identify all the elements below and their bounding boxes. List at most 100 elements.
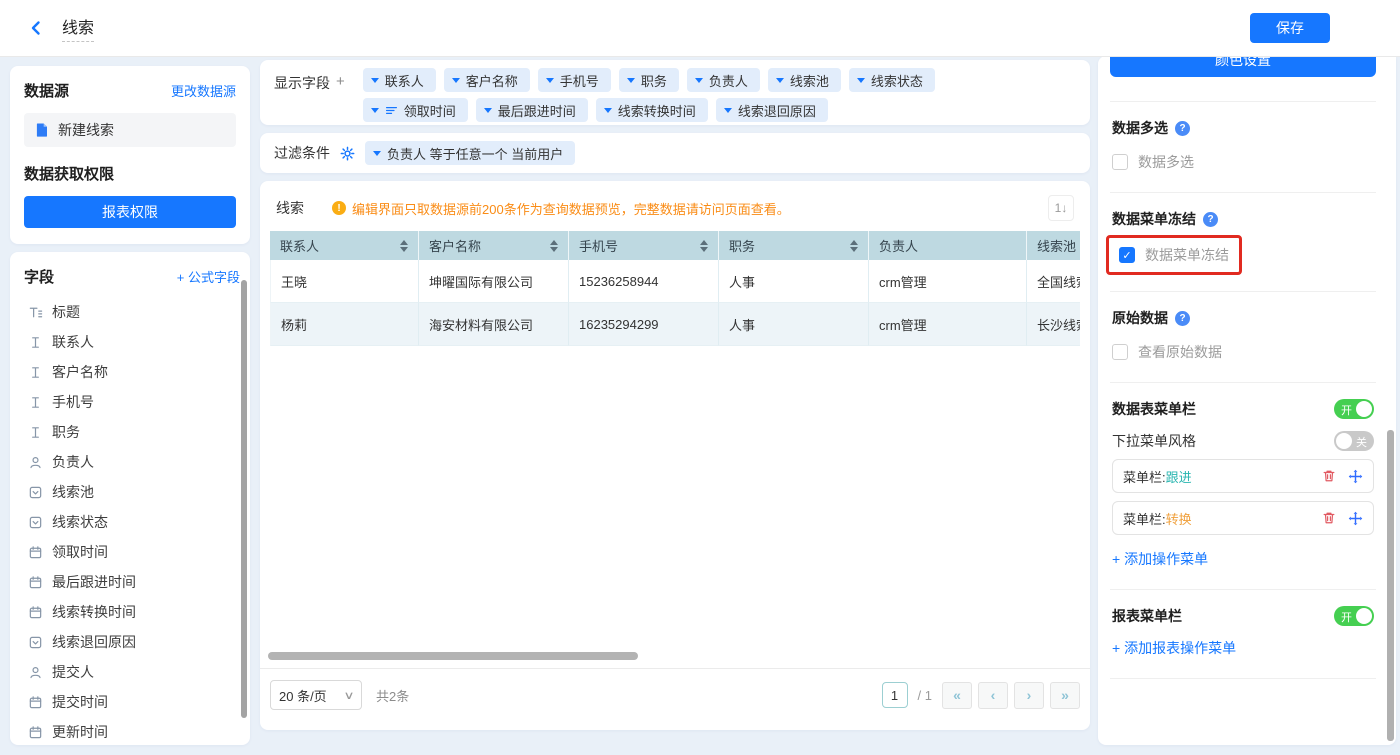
chip-lead-status[interactable]: 线索状态 (849, 68, 935, 92)
chip-claim-time[interactable]: 领取时间 (363, 98, 468, 122)
chip-return-reason[interactable]: 线索退回原因 (716, 98, 828, 122)
change-datasource-link[interactable]: 更改数据源 (171, 81, 236, 100)
datasource-card: 数据源 更改数据源 新建线索 数据获取权限 报表权限 (10, 66, 250, 244)
datasource-item[interactable]: 新建线索 (24, 113, 236, 147)
field-item-owner[interactable]: 负责人 (24, 447, 240, 477)
field-item-phone[interactable]: 手机号 (24, 387, 240, 417)
select-icon (28, 515, 43, 530)
report-menu-toggle[interactable]: 开 (1334, 606, 1374, 626)
horizontal-scrollbar[interactable] (268, 652, 638, 660)
field-list: 标题 联系人 客户名称 手机号 职务 负责人 线索池 线索状态 (24, 297, 240, 745)
add-display-field-button[interactable]: + (336, 73, 345, 117)
chip-job[interactable]: 职务 (619, 68, 679, 92)
chip-customer-name[interactable]: 客户名称 (444, 68, 530, 92)
fields-scrollbar[interactable] (241, 280, 247, 718)
raw-data-checkbox-row[interactable]: 查看原始数据 (1112, 342, 1374, 362)
toggle-knob (1336, 433, 1352, 449)
text-icon (28, 395, 43, 410)
gear-icon[interactable] (340, 146, 355, 161)
col-header-contact[interactable]: 联系人 (270, 231, 418, 260)
color-settings-clip: 颜色设置 (1110, 56, 1376, 77)
chip-convert-time[interactable]: 线索转换时间 (596, 98, 708, 122)
add-report-action-menu-link[interactable]: + 添加报表操作菜单 (1112, 638, 1236, 658)
divider (1110, 101, 1376, 102)
help-icon[interactable]: ? (1203, 212, 1218, 227)
move-icon[interactable] (1348, 469, 1363, 484)
raw-data-section-title: 原始数据 ? (1112, 308, 1374, 328)
trash-icon[interactable] (1322, 469, 1336, 483)
col-header-owner[interactable]: 负责人 (868, 231, 1026, 260)
report-menu-section-title: 报表菜单栏 开 (1112, 606, 1374, 626)
field-item-update-time[interactable]: 更新时间 (24, 717, 240, 745)
help-icon[interactable]: ? (1175, 311, 1190, 326)
chip-owner[interactable]: 负责人 (687, 68, 760, 92)
chip-lead-pool[interactable]: 线索池 (768, 68, 841, 92)
col-header-phone[interactable]: 手机号 (568, 231, 718, 260)
next-page-button[interactable]: › (1014, 682, 1044, 709)
sort-arrows-icon (700, 240, 708, 252)
field-item-contact[interactable]: 联系人 (24, 327, 240, 357)
report-permission-button[interactable]: 报表权限 (24, 196, 236, 228)
dropdown-style-row: 下拉菜单风格 关 (1112, 431, 1374, 451)
field-item-submit-time[interactable]: 提交时间 (24, 687, 240, 717)
menu-freeze-checkbox-row[interactable]: ✓ 数据菜单冻结 (1119, 245, 1229, 265)
field-item-lead-pool[interactable]: 线索池 (24, 477, 240, 507)
table-row[interactable]: 杨莉 海安材料有限公司 16235294299 人事 crm管理 长沙线索 (270, 303, 1080, 346)
filter-label: 过滤条件 (274, 143, 330, 163)
datasource-item-label: 新建线索 (58, 120, 114, 140)
filter-panel: 过滤条件 负责人 等于任意一个 当前用户 (260, 133, 1090, 173)
menu-item-convert[interactable]: 菜单栏: 转换 (1112, 501, 1374, 535)
table-header-row: 联系人 客户名称 手机号 职务 负责人 线索池 (270, 231, 1080, 260)
text-icon (28, 425, 43, 440)
chevron-down-icon (371, 78, 379, 83)
help-icon[interactable]: ? (1175, 121, 1190, 136)
chevron-down-icon (546, 78, 554, 83)
save-button[interactable]: 保存 (1250, 13, 1330, 43)
col-header-lead-pool[interactable]: 线索池 (1026, 231, 1080, 260)
sort-order-tool[interactable]: 1↓ (1048, 195, 1074, 221)
field-item-customer-name[interactable]: 客户名称 (24, 357, 240, 387)
current-page-box[interactable]: 1 (882, 682, 908, 708)
filter-condition-chip[interactable]: 负责人 等于任意一个 当前用户 (365, 141, 575, 165)
chip-contact[interactable]: 联系人 (363, 68, 436, 92)
dropdown-style-toggle[interactable]: 关 (1334, 431, 1374, 451)
preview-title: 线索 (276, 198, 304, 218)
chip-phone[interactable]: 手机号 (538, 68, 611, 92)
back-button[interactable] (28, 20, 44, 36)
field-item-job[interactable]: 职务 (24, 417, 240, 447)
sort-arrows-icon (550, 240, 558, 252)
add-formula-field-link[interactable]: + 公式字段 (177, 267, 240, 286)
footer-divider (260, 668, 1090, 669)
chip-last-followup-time[interactable]: 最后跟进时间 (476, 98, 588, 122)
settings-scrollbar[interactable] (1387, 430, 1394, 741)
prev-page-button[interactable]: ‹ (978, 682, 1008, 709)
chevron-down-icon (452, 78, 460, 83)
divider (1110, 589, 1376, 590)
trash-icon[interactable] (1322, 511, 1336, 525)
last-page-button[interactable]: » (1050, 682, 1080, 709)
field-item-claim-time[interactable]: 领取时间 (24, 537, 240, 567)
field-item-last-followup-time[interactable]: 最后跟进时间 (24, 567, 240, 597)
page-title: 线索 (62, 14, 94, 42)
select-icon (28, 485, 43, 500)
field-item-submitter[interactable]: 提交人 (24, 657, 240, 687)
color-settings-button[interactable]: 颜色设置 (1110, 56, 1376, 77)
field-item-return-reason[interactable]: 线索退回原因 (24, 627, 240, 657)
menu-item-followup[interactable]: 菜单栏: 跟进 (1112, 459, 1374, 493)
first-page-button[interactable]: « (942, 682, 972, 709)
field-item-lead-status[interactable]: 线索状态 (24, 507, 240, 537)
page-size-select[interactable]: 20 条/页 ∨ (270, 680, 362, 710)
table-row[interactable]: 王晓 坤曜国际有限公司 15236258944 人事 crm管理 全国线索 (270, 260, 1080, 303)
checkbox-unchecked-icon (1112, 154, 1128, 170)
add-action-menu-link[interactable]: + 添加操作菜单 (1112, 549, 1208, 569)
col-header-customer-name[interactable]: 客户名称 (418, 231, 568, 260)
move-icon[interactable] (1348, 511, 1363, 526)
multi-select-checkbox-row[interactable]: 数据多选 (1112, 152, 1374, 172)
field-item-title[interactable]: 标题 (24, 297, 240, 327)
field-item-convert-time[interactable]: 线索转换时间 (24, 597, 240, 627)
display-chips-row2: 领取时间 最后跟进时间 线索转换时间 线索退回原因 (363, 98, 935, 122)
person-icon (28, 455, 43, 470)
col-header-job[interactable]: 职务 (718, 231, 868, 260)
table-menu-toggle[interactable]: 开 (1334, 399, 1374, 419)
fields-title: 字段 (24, 266, 54, 287)
